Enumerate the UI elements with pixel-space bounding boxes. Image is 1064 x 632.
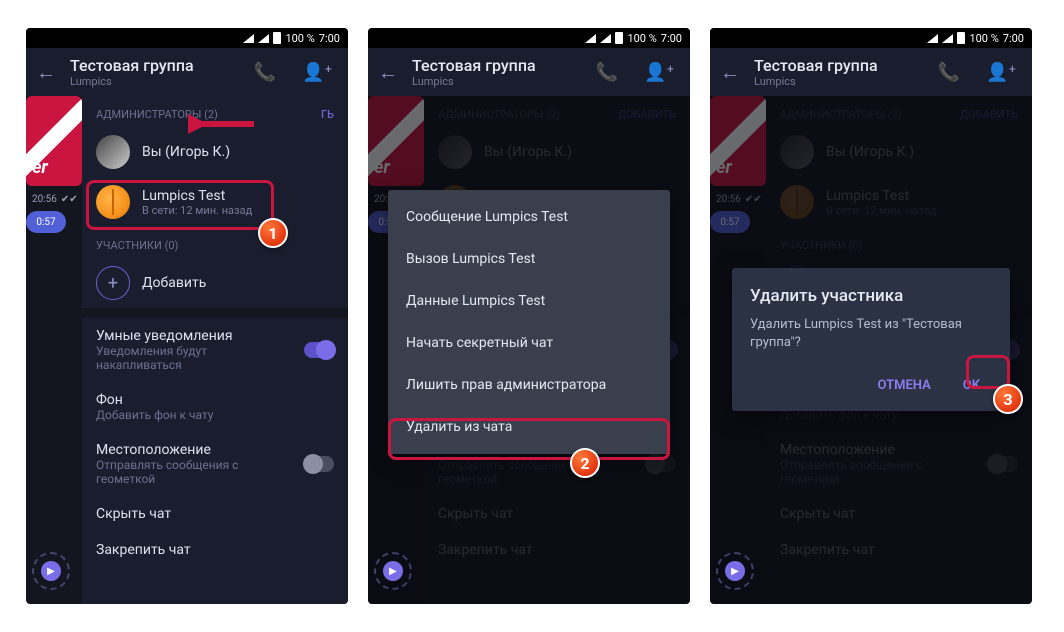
- read-check-icon: ✔✔: [61, 194, 78, 205]
- chat-title: Тестовая группа: [70, 56, 234, 75]
- back-icon[interactable]: ←: [378, 60, 398, 85]
- toggle-on[interactable]: [304, 342, 334, 358]
- battery-icon: [273, 32, 281, 44]
- voice-msg-bubble[interactable]: 0:57: [710, 211, 750, 233]
- chat-preview-strip: 20:56 ✔✔ 0:57: [26, 96, 82, 604]
- setting-background[interactable]: Фон Добавить фон к чату: [82, 382, 348, 432]
- info-panel: АДМИНИСТРАТОРЫ (2) ГЬ Вы (Игорь К.) Lump…: [82, 96, 348, 604]
- plus-icon: +: [96, 266, 130, 300]
- dialog-message: Удалить Lumpics Test из "Тестовая группа…: [750, 316, 992, 352]
- battery-icon: [957, 32, 965, 44]
- annotation-badge-1: 1: [258, 218, 288, 248]
- menu-item-demote-admin[interactable]: Лишить прав администратора: [388, 364, 670, 406]
- signal-icon: [927, 34, 938, 43]
- context-menu: Сообщение Lumpics Test Вызов Lumpics Tes…: [388, 190, 670, 454]
- screen-3: 100 % 7:00 ← Тестовая группа Lumpics 📞 👤…: [710, 28, 1032, 604]
- statusbar: 100 % 7:00: [710, 28, 1032, 48]
- signal-icon: [585, 34, 596, 43]
- confirm-dialog: Удалить участника Удалить Lumpics Test и…: [732, 268, 1010, 411]
- floating-play-button[interactable]: ▶: [32, 552, 70, 590]
- app-header: ← Тестовая группа Lumpics 📞 👤⁺: [368, 48, 690, 96]
- admin-row-lumpics[interactable]: Lumpics Test В сети: 12 мин. назад: [82, 177, 348, 227]
- back-icon[interactable]: ←: [36, 60, 56, 85]
- screen-1: 100 % 7:00 ← Тестовая группа Lumpics 📞 👤…: [26, 28, 348, 604]
- avatar: [96, 135, 130, 169]
- annotation-badge-3: 3: [993, 384, 1023, 414]
- menu-item-data[interactable]: Данные Lumpics Test: [388, 280, 670, 322]
- wifi-icon: [942, 34, 953, 43]
- back-icon[interactable]: ←: [720, 60, 740, 85]
- sticker-preview: [26, 96, 82, 186]
- annotation-arrow: [188, 112, 258, 136]
- sticker-preview: [710, 96, 766, 186]
- setting-hide-chat[interactable]: Скрыть чат: [82, 496, 348, 532]
- call-icon[interactable]: 📞: [932, 62, 966, 83]
- participants-section-label: УЧАСТНИКИ (0): [82, 227, 348, 258]
- app-header: ← Тестовая группа Lumpics 📞 👤⁺: [710, 48, 1032, 96]
- call-icon[interactable]: 📞: [590, 62, 624, 83]
- msg-timestamp: 20:56: [32, 194, 57, 205]
- dialog-ok-button[interactable]: OK: [951, 370, 992, 401]
- add-person-icon[interactable]: 👤⁺: [638, 62, 680, 83]
- floating-play-button[interactable]: ▶: [374, 552, 412, 590]
- avatar: [96, 185, 130, 219]
- statusbar: 100 % 7:00: [26, 28, 348, 48]
- add-participant-row[interactable]: + Добавить: [82, 258, 348, 308]
- menu-item-call[interactable]: Вызов Lumpics Test: [388, 238, 670, 280]
- clock: 7:00: [319, 32, 340, 45]
- statusbar: 100 % 7:00: [368, 28, 690, 48]
- floating-play-button[interactable]: ▶: [716, 552, 754, 590]
- setting-location[interactable]: Местоположение Отправлять сообщения с ге…: [82, 432, 348, 496]
- menu-item-message[interactable]: Сообщение Lumpics Test: [388, 196, 670, 238]
- setting-smart-notifications[interactable]: Умные уведомления Уведомления будут нака…: [82, 318, 348, 382]
- chat-subtitle: Lumpics: [70, 75, 234, 88]
- battery-pct: 100 %: [285, 32, 314, 45]
- dialog-title: Удалить участника: [750, 286, 992, 306]
- setting-pin-chat[interactable]: Закрепить чат: [82, 532, 348, 568]
- add-person-icon[interactable]: 👤⁺: [296, 62, 338, 83]
- read-check-icon: ✔✔: [745, 194, 762, 205]
- annotation-badge-2: 2: [570, 448, 600, 478]
- wifi-icon: [258, 34, 269, 43]
- add-person-icon[interactable]: 👤⁺: [980, 62, 1022, 83]
- menu-item-secret-chat[interactable]: Начать секретный чат: [388, 322, 670, 364]
- wifi-icon: [600, 34, 611, 43]
- signal-icon: [243, 34, 254, 43]
- dialog-cancel-button[interactable]: ОТМЕНА: [866, 370, 943, 401]
- menu-item-remove-from-chat[interactable]: Удалить из чата: [388, 406, 670, 448]
- toggle-off[interactable]: [305, 456, 334, 472]
- admins-add-link[interactable]: ГЬ: [321, 108, 334, 121]
- voice-msg-bubble[interactable]: 0:57: [26, 211, 66, 233]
- battery-icon: [615, 32, 623, 44]
- call-icon[interactable]: 📞: [248, 62, 282, 83]
- sticker-preview: [368, 96, 424, 186]
- screen-2: 100 % 7:00 ← Тестовая группа Lumpics 📞 👤…: [368, 28, 690, 604]
- app-header: ← Тестовая группа Lumpics 📞 👤⁺: [26, 48, 348, 96]
